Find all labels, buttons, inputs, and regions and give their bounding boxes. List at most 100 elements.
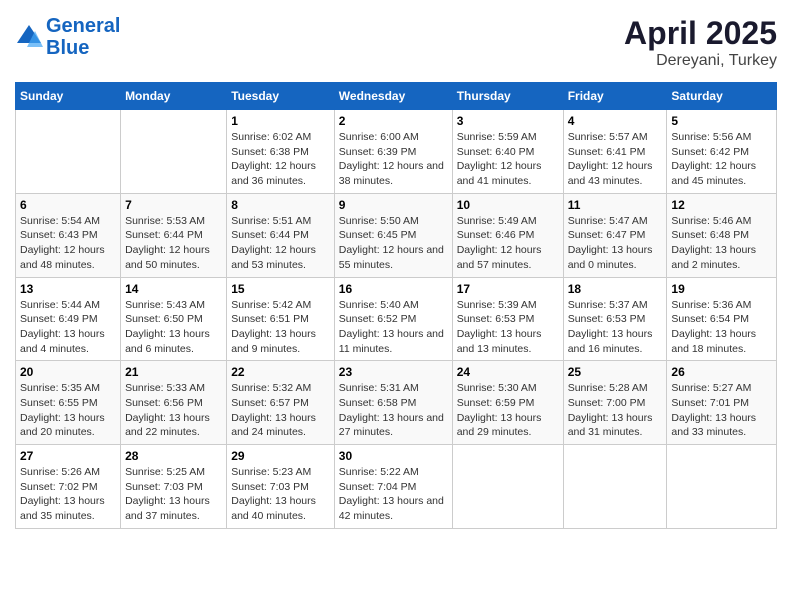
table-row: 28Sunrise: 5:25 AMSunset: 7:03 PMDayligh… bbox=[121, 445, 227, 529]
day-info: Sunrise: 5:57 AMSunset: 6:41 PMDaylight:… bbox=[568, 130, 663, 189]
table-row: 2 Sunrise: 6:00 AMSunset: 6:39 PMDaylight… bbox=[334, 110, 452, 194]
table-row: 13 Sunrise: 5:44 AMSunset: 6:49 PMDayligh… bbox=[16, 277, 121, 361]
day-info: Sunrise: 5:42 AMSunset: 6:51 PMDaylight:… bbox=[231, 298, 330, 357]
day-number: 6 bbox=[20, 198, 116, 212]
day-info: Sunrise: 5:46 AMSunset: 6:48 PMDaylight:… bbox=[671, 214, 772, 273]
table-row bbox=[563, 445, 667, 529]
day-number: 30 bbox=[339, 449, 448, 463]
day-number: 25 bbox=[568, 365, 663, 379]
table-row: 23Sunrise: 5:31 AMSunset: 6:58 PMDayligh… bbox=[334, 361, 452, 445]
table-row bbox=[452, 445, 563, 529]
day-number: 2 bbox=[339, 114, 448, 128]
day-info: Sunrise: 5:47 AMSunset: 6:47 PMDaylight:… bbox=[568, 214, 663, 273]
day-number: 5 bbox=[671, 114, 772, 128]
day-number: 11 bbox=[568, 198, 663, 212]
title-block: April 2025 Dereyani, Turkey bbox=[624, 15, 777, 70]
table-row: 16 Sunrise: 5:40 AMSunset: 6:52 PMDayligh… bbox=[334, 277, 452, 361]
table-row: 20Sunrise: 5:35 AMSunset: 6:55 PMDayligh… bbox=[16, 361, 121, 445]
table-row: 12 Sunrise: 5:46 AMSunset: 6:48 PMDayligh… bbox=[667, 193, 777, 277]
day-number: 23 bbox=[339, 365, 448, 379]
day-info: Sunrise: 5:30 AMSunset: 6:59 PMDaylight:… bbox=[457, 381, 559, 440]
day-info: Sunrise: 5:43 AMSunset: 6:50 PMDaylight:… bbox=[125, 298, 222, 357]
table-row: 22 Sunrise: 5:32 AMSunset: 6:57 PMDayligh… bbox=[227, 361, 335, 445]
day-number: 12 bbox=[671, 198, 772, 212]
day-info: Sunrise: 5:50 AMSunset: 6:45 PMDaylight:… bbox=[339, 214, 448, 273]
logo-icon bbox=[15, 23, 43, 51]
table-row: 1 Sunrise: 6:02 AMSunset: 6:38 PMDaylight… bbox=[227, 110, 335, 194]
day-number: 27 bbox=[20, 449, 116, 463]
table-row: 4 Sunrise: 5:57 AMSunset: 6:41 PMDaylight… bbox=[563, 110, 667, 194]
calendar-table: Sunday Monday Tuesday Wednesday Thursday… bbox=[15, 82, 777, 529]
table-row: 10 Sunrise: 5:49 AMSunset: 6:46 PMDayligh… bbox=[452, 193, 563, 277]
table-row: 26Sunrise: 5:27 AMSunset: 7:01 PMDayligh… bbox=[667, 361, 777, 445]
day-info: Sunrise: 5:25 AMSunset: 7:03 PMDaylight:… bbox=[125, 465, 222, 524]
day-info: Sunrise: 5:28 AMSunset: 7:00 PMDaylight:… bbox=[568, 381, 663, 440]
day-info: Sunrise: 5:39 AMSunset: 6:53 PMDaylight:… bbox=[457, 298, 559, 357]
day-number: 29 bbox=[231, 449, 330, 463]
day-number: 3 bbox=[457, 114, 559, 128]
day-number: 8 bbox=[231, 198, 330, 212]
header-friday: Friday bbox=[563, 83, 667, 110]
day-info: Sunrise: 5:36 AMSunset: 6:54 PMDaylight:… bbox=[671, 298, 772, 357]
day-info: Sunrise: 5:23 AMSunset: 7:03 PMDaylight:… bbox=[231, 465, 330, 524]
day-info: Sunrise: 5:54 AMSunset: 6:43 PMDaylight:… bbox=[20, 214, 116, 273]
day-number: 18 bbox=[568, 282, 663, 296]
table-row: 6 Sunrise: 5:54 AMSunset: 6:43 PMDaylight… bbox=[16, 193, 121, 277]
table-row: 17 Sunrise: 5:39 AMSunset: 6:53 PMDayligh… bbox=[452, 277, 563, 361]
day-info: Sunrise: 5:53 AMSunset: 6:44 PMDaylight:… bbox=[125, 214, 222, 273]
table-row: 29 Sunrise: 5:23 AMSunset: 7:03 PMDayligh… bbox=[227, 445, 335, 529]
logo-text: General Blue bbox=[46, 15, 120, 59]
table-row: 25 Sunrise: 5:28 AMSunset: 7:00 PMDayligh… bbox=[563, 361, 667, 445]
day-number: 20 bbox=[20, 365, 116, 379]
table-row: 11 Sunrise: 5:47 AMSunset: 6:47 PMDayligh… bbox=[563, 193, 667, 277]
table-row: 30 Sunrise: 5:22 AMSunset: 7:04 PMDayligh… bbox=[334, 445, 452, 529]
day-number: 17 bbox=[457, 282, 559, 296]
table-row: 18 Sunrise: 5:37 AMSunset: 6:53 PMDayligh… bbox=[563, 277, 667, 361]
day-info: Sunrise: 5:32 AMSunset: 6:57 PMDaylight:… bbox=[231, 381, 330, 440]
table-row: 24 Sunrise: 5:30 AMSunset: 6:59 PMDayligh… bbox=[452, 361, 563, 445]
day-number: 10 bbox=[457, 198, 559, 212]
table-row bbox=[121, 110, 227, 194]
day-info: Sunrise: 5:33 AMSunset: 6:56 PMDaylight:… bbox=[125, 381, 222, 440]
day-info: Sunrise: 5:27 AMSunset: 7:01 PMDaylight:… bbox=[671, 381, 772, 440]
day-info: Sunrise: 6:00 AMSunset: 6:39 PMDaylight:… bbox=[339, 130, 448, 189]
day-info: Sunrise: 5:51 AMSunset: 6:44 PMDaylight:… bbox=[231, 214, 330, 273]
calendar-body: 1 Sunrise: 6:02 AMSunset: 6:38 PMDaylight… bbox=[16, 110, 777, 529]
header-sunday: Sunday bbox=[16, 83, 121, 110]
calendar-title: April 2025 bbox=[624, 15, 777, 52]
day-info: Sunrise: 5:49 AMSunset: 6:46 PMDaylight:… bbox=[457, 214, 559, 273]
day-info: Sunrise: 5:44 AMSunset: 6:49 PMDaylight:… bbox=[20, 298, 116, 357]
table-row bbox=[16, 110, 121, 194]
day-number: 4 bbox=[568, 114, 663, 128]
table-row: 19Sunrise: 5:36 AMSunset: 6:54 PMDayligh… bbox=[667, 277, 777, 361]
header-wednesday: Wednesday bbox=[334, 83, 452, 110]
day-info: Sunrise: 5:37 AMSunset: 6:53 PMDaylight:… bbox=[568, 298, 663, 357]
table-row: 7 Sunrise: 5:53 AMSunset: 6:44 PMDaylight… bbox=[121, 193, 227, 277]
table-row bbox=[667, 445, 777, 529]
page-header: General Blue April 2025 Dereyani, Turkey bbox=[15, 15, 777, 70]
day-number: 1 bbox=[231, 114, 330, 128]
day-number: 24 bbox=[457, 365, 559, 379]
day-number: 15 bbox=[231, 282, 330, 296]
calendar-header: Sunday Monday Tuesday Wednesday Thursday… bbox=[16, 83, 777, 110]
day-number: 21 bbox=[125, 365, 222, 379]
table-row: 3 Sunrise: 5:59 AMSunset: 6:40 PMDaylight… bbox=[452, 110, 563, 194]
table-row: 5 Sunrise: 5:56 AMSunset: 6:42 PMDaylight… bbox=[667, 110, 777, 194]
day-info: Sunrise: 5:40 AMSunset: 6:52 PMDaylight:… bbox=[339, 298, 448, 357]
header-tuesday: Tuesday bbox=[227, 83, 335, 110]
header-saturday: Saturday bbox=[667, 83, 777, 110]
table-row: 8 Sunrise: 5:51 AMSunset: 6:44 PMDaylight… bbox=[227, 193, 335, 277]
day-number: 7 bbox=[125, 198, 222, 212]
day-info: Sunrise: 5:59 AMSunset: 6:40 PMDaylight:… bbox=[457, 130, 559, 189]
day-number: 16 bbox=[339, 282, 448, 296]
header-monday: Monday bbox=[121, 83, 227, 110]
day-info: Sunrise: 5:22 AMSunset: 7:04 PMDaylight:… bbox=[339, 465, 448, 524]
day-info: Sunrise: 5:56 AMSunset: 6:42 PMDaylight:… bbox=[671, 130, 772, 189]
day-number: 13 bbox=[20, 282, 116, 296]
day-number: 22 bbox=[231, 365, 330, 379]
table-row: 21 Sunrise: 5:33 AMSunset: 6:56 PMDayligh… bbox=[121, 361, 227, 445]
header-thursday: Thursday bbox=[452, 83, 563, 110]
day-info: Sunrise: 6:02 AMSunset: 6:38 PMDaylight:… bbox=[231, 130, 330, 189]
table-row: 14Sunrise: 5:43 AMSunset: 6:50 PMDayligh… bbox=[121, 277, 227, 361]
table-row: 9Sunrise: 5:50 AMSunset: 6:45 PMDaylight… bbox=[334, 193, 452, 277]
